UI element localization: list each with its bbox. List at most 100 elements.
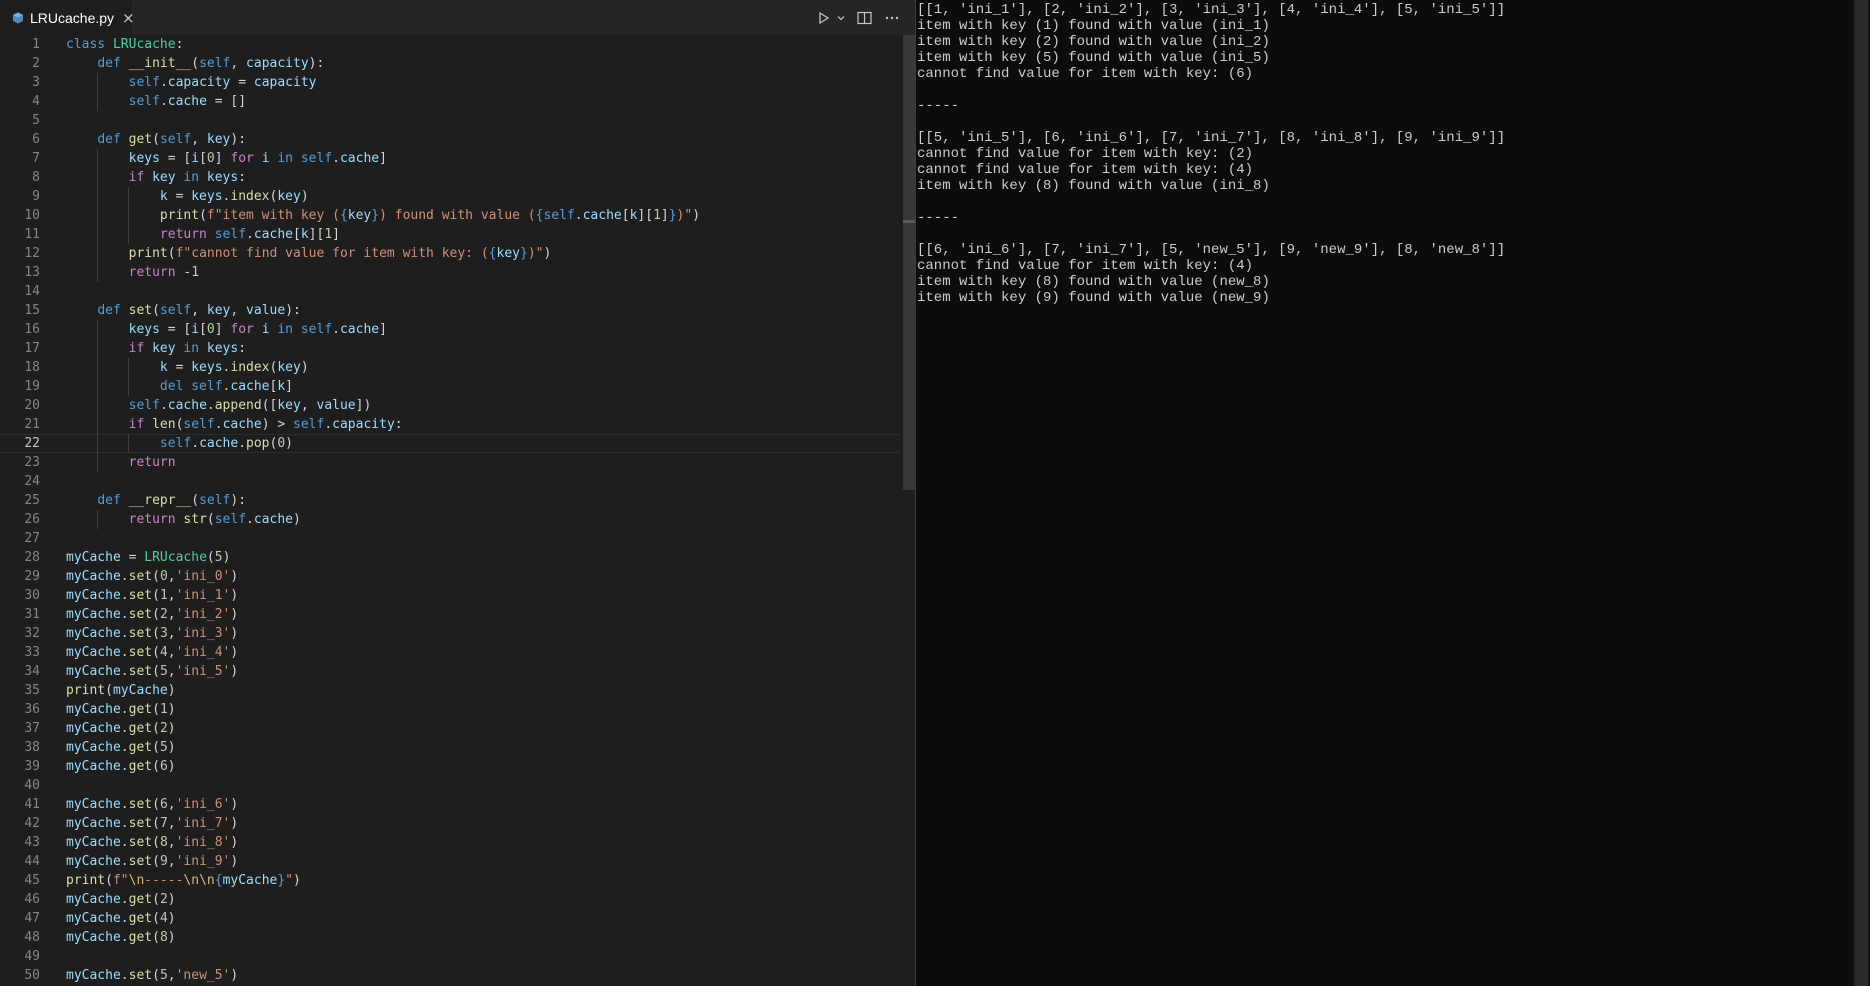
code-line[interactable]: 1 class LRUcache: bbox=[0, 35, 900, 54]
code-line[interactable]: 4 self.cache = [] bbox=[0, 92, 900, 111]
code-line[interactable]: 47 myCache.get(4) bbox=[0, 909, 900, 928]
code-line[interactable]: 49 bbox=[0, 947, 900, 966]
code-line[interactable]: 14 bbox=[0, 282, 900, 301]
code-text: myCache.get(5) bbox=[66, 740, 176, 755]
line-number: 26 bbox=[24, 512, 40, 527]
editor-scrollbar[interactable] bbox=[903, 35, 915, 986]
code-line[interactable]: 39 myCache.get(6) bbox=[0, 757, 900, 776]
code-line[interactable]: 48 myCache.get(8) bbox=[0, 928, 900, 947]
code-line[interactable]: 45 print(f"\n-----\n\n{myCache}") bbox=[0, 871, 900, 890]
line-number: 8 bbox=[32, 170, 40, 185]
line-number: 45 bbox=[24, 873, 40, 888]
code-line[interactable]: 44 myCache.set(9,'ini_9') bbox=[0, 852, 900, 871]
python-file-icon bbox=[12, 12, 24, 24]
line-number: 21 bbox=[24, 417, 40, 432]
line-number: 35 bbox=[24, 683, 40, 698]
code-line[interactable]: 11 return self.cache[k][1] bbox=[0, 225, 900, 244]
editor-toolbar bbox=[813, 0, 903, 35]
editor-scroll-thumb[interactable] bbox=[903, 35, 915, 490]
run-button[interactable] bbox=[813, 7, 835, 29]
terminal-line: cannot find value for item with key: (6) bbox=[917, 66, 1254, 82]
code-line[interactable]: 29 myCache.set(0,'ini_0') bbox=[0, 567, 900, 586]
code-text: myCache.set(6,'ini_6') bbox=[66, 797, 239, 812]
code-line[interactable]: 28 myCache = LRUcache(5) bbox=[0, 548, 900, 567]
code-text: def set(self, key, value): bbox=[97, 303, 301, 318]
code-line[interactable]: 30 myCache.set(1,'ini_1') bbox=[0, 586, 900, 605]
code-line[interactable]: 50 myCache.set(5,'new_5') bbox=[0, 966, 900, 985]
code-line[interactable]: 6 def get(self, key): bbox=[0, 130, 900, 149]
code-line[interactable]: 43 myCache.set(8,'ini_8') bbox=[0, 833, 900, 852]
code-line[interactable]: 2 def __init__(self, capacity): bbox=[0, 54, 900, 73]
code-line[interactable]: 40 bbox=[0, 776, 900, 795]
overview-ruler-marker bbox=[903, 220, 915, 223]
line-number: 18 bbox=[24, 360, 40, 375]
close-icon[interactable]: × bbox=[122, 9, 135, 27]
code-text: if key in keys: bbox=[128, 341, 247, 356]
code-line[interactable]: 22 self.cache.pop(0) bbox=[0, 434, 900, 453]
line-number: 33 bbox=[24, 645, 40, 660]
code-line[interactable]: 42 myCache.set(7,'ini_7') bbox=[0, 814, 900, 833]
tab-filename: LRUcache.py bbox=[30, 9, 115, 26]
code-text: self.cache = [] bbox=[128, 94, 247, 109]
tab-bar: LRUcache.py × bbox=[0, 0, 915, 35]
line-number: 20 bbox=[24, 398, 40, 413]
code-line[interactable]: 32 myCache.set(3,'ini_3') bbox=[0, 624, 900, 643]
code-editor[interactable]: 1 class LRUcache: 2 def __init__(self, cap… bbox=[0, 35, 900, 986]
code-text: return bbox=[128, 455, 176, 470]
code-line[interactable]: 8 if key in keys: bbox=[0, 168, 900, 187]
code-line[interactable]: 17 if key in keys: bbox=[0, 339, 900, 358]
run-menu-button[interactable] bbox=[835, 7, 847, 29]
code-line[interactable]: 36 myCache.get(1) bbox=[0, 700, 900, 719]
code-line[interactable]: 10 print(f"item with key ({key}) found w… bbox=[0, 206, 900, 225]
code-line[interactable]: 3 self.capacity = capacity bbox=[0, 73, 900, 92]
terminal-pane[interactable]: [[1, 'ini_1'], [2, 'ini_2'], [3, 'ini_3'… bbox=[915, 0, 1870, 986]
terminal-scroll-thumb[interactable] bbox=[1855, 0, 1868, 986]
code-text: myCache.get(1) bbox=[66, 702, 176, 717]
split-editor-button[interactable] bbox=[853, 7, 875, 29]
line-number: 6 bbox=[32, 132, 40, 147]
terminal-line: [[6, 'ini_6'], [7, 'ini_7'], [5, 'new_5'… bbox=[917, 242, 1506, 258]
code-text: if len(self.cache) > self.capacity: bbox=[128, 417, 403, 432]
code-text: self.cache.pop(0) bbox=[159, 436, 293, 451]
editor-pane: LRUcache.py × 1 class LRUcache: 2 def __… bbox=[0, 0, 915, 986]
code-line[interactable]: 15 def set(self, key, value): bbox=[0, 301, 900, 320]
code-line[interactable]: 41 myCache.set(6,'ini_6') bbox=[0, 795, 900, 814]
code-line[interactable]: 7 keys = [i[0] for i in self.cache] bbox=[0, 149, 900, 168]
code-line[interactable]: 31 myCache.set(2,'ini_2') bbox=[0, 605, 900, 624]
code-text: myCache.set(8,'ini_8') bbox=[66, 835, 239, 850]
line-number: 7 bbox=[32, 151, 40, 166]
code-line[interactable]: 13 return -1 bbox=[0, 263, 900, 282]
line-number: 34 bbox=[24, 664, 40, 679]
editor-tab[interactable]: LRUcache.py × bbox=[0, 0, 135, 35]
code-line[interactable]: 26 return str(self.cache) bbox=[0, 510, 900, 529]
code-line[interactable]: 35 print(myCache) bbox=[0, 681, 900, 700]
code-line[interactable]: 38 myCache.get(5) bbox=[0, 738, 900, 757]
code-line[interactable]: 37 myCache.get(2) bbox=[0, 719, 900, 738]
terminal-line: ----- bbox=[917, 98, 960, 114]
code-line[interactable]: 12 print(f"cannot find value for item wi… bbox=[0, 244, 900, 263]
line-number: 5 bbox=[32, 113, 40, 128]
code-line[interactable]: 27 bbox=[0, 529, 900, 548]
code-line[interactable]: 24 bbox=[0, 472, 900, 491]
code-line[interactable]: 33 myCache.set(4,'ini_4') bbox=[0, 643, 900, 662]
code-line[interactable]: 23 return bbox=[0, 453, 900, 472]
code-text: def get(self, key): bbox=[97, 132, 247, 147]
terminal-line: [[1, 'ini_1'], [2, 'ini_2'], [3, 'ini_3'… bbox=[917, 2, 1506, 18]
code-line[interactable]: 9 k = keys.index(key) bbox=[0, 187, 900, 206]
code-line[interactable]: 46 myCache.get(2) bbox=[0, 890, 900, 909]
code-line[interactable]: 34 myCache.set(5,'ini_5') bbox=[0, 662, 900, 681]
code-text: myCache.set(9,'ini_9') bbox=[66, 854, 239, 869]
line-number: 12 bbox=[24, 246, 40, 261]
code-line[interactable]: 25 def __repr__(self): bbox=[0, 491, 900, 510]
code-text: return -1 bbox=[128, 265, 200, 280]
terminal-scrollbar[interactable] bbox=[1853, 0, 1870, 986]
code-line[interactable]: 18 k = keys.index(key) bbox=[0, 358, 900, 377]
code-line[interactable]: 5 bbox=[0, 111, 900, 130]
code-line[interactable]: 20 self.cache.append([key, value]) bbox=[0, 396, 900, 415]
code-line[interactable]: 16 keys = [i[0] for i in self.cache] bbox=[0, 320, 900, 339]
code-line[interactable]: 21 if len(self.cache) > self.capacity: bbox=[0, 415, 900, 434]
code-line[interactable]: 19 del self.cache[k] bbox=[0, 377, 900, 396]
line-number: 50 bbox=[24, 968, 40, 983]
more-actions-button[interactable] bbox=[881, 7, 903, 29]
